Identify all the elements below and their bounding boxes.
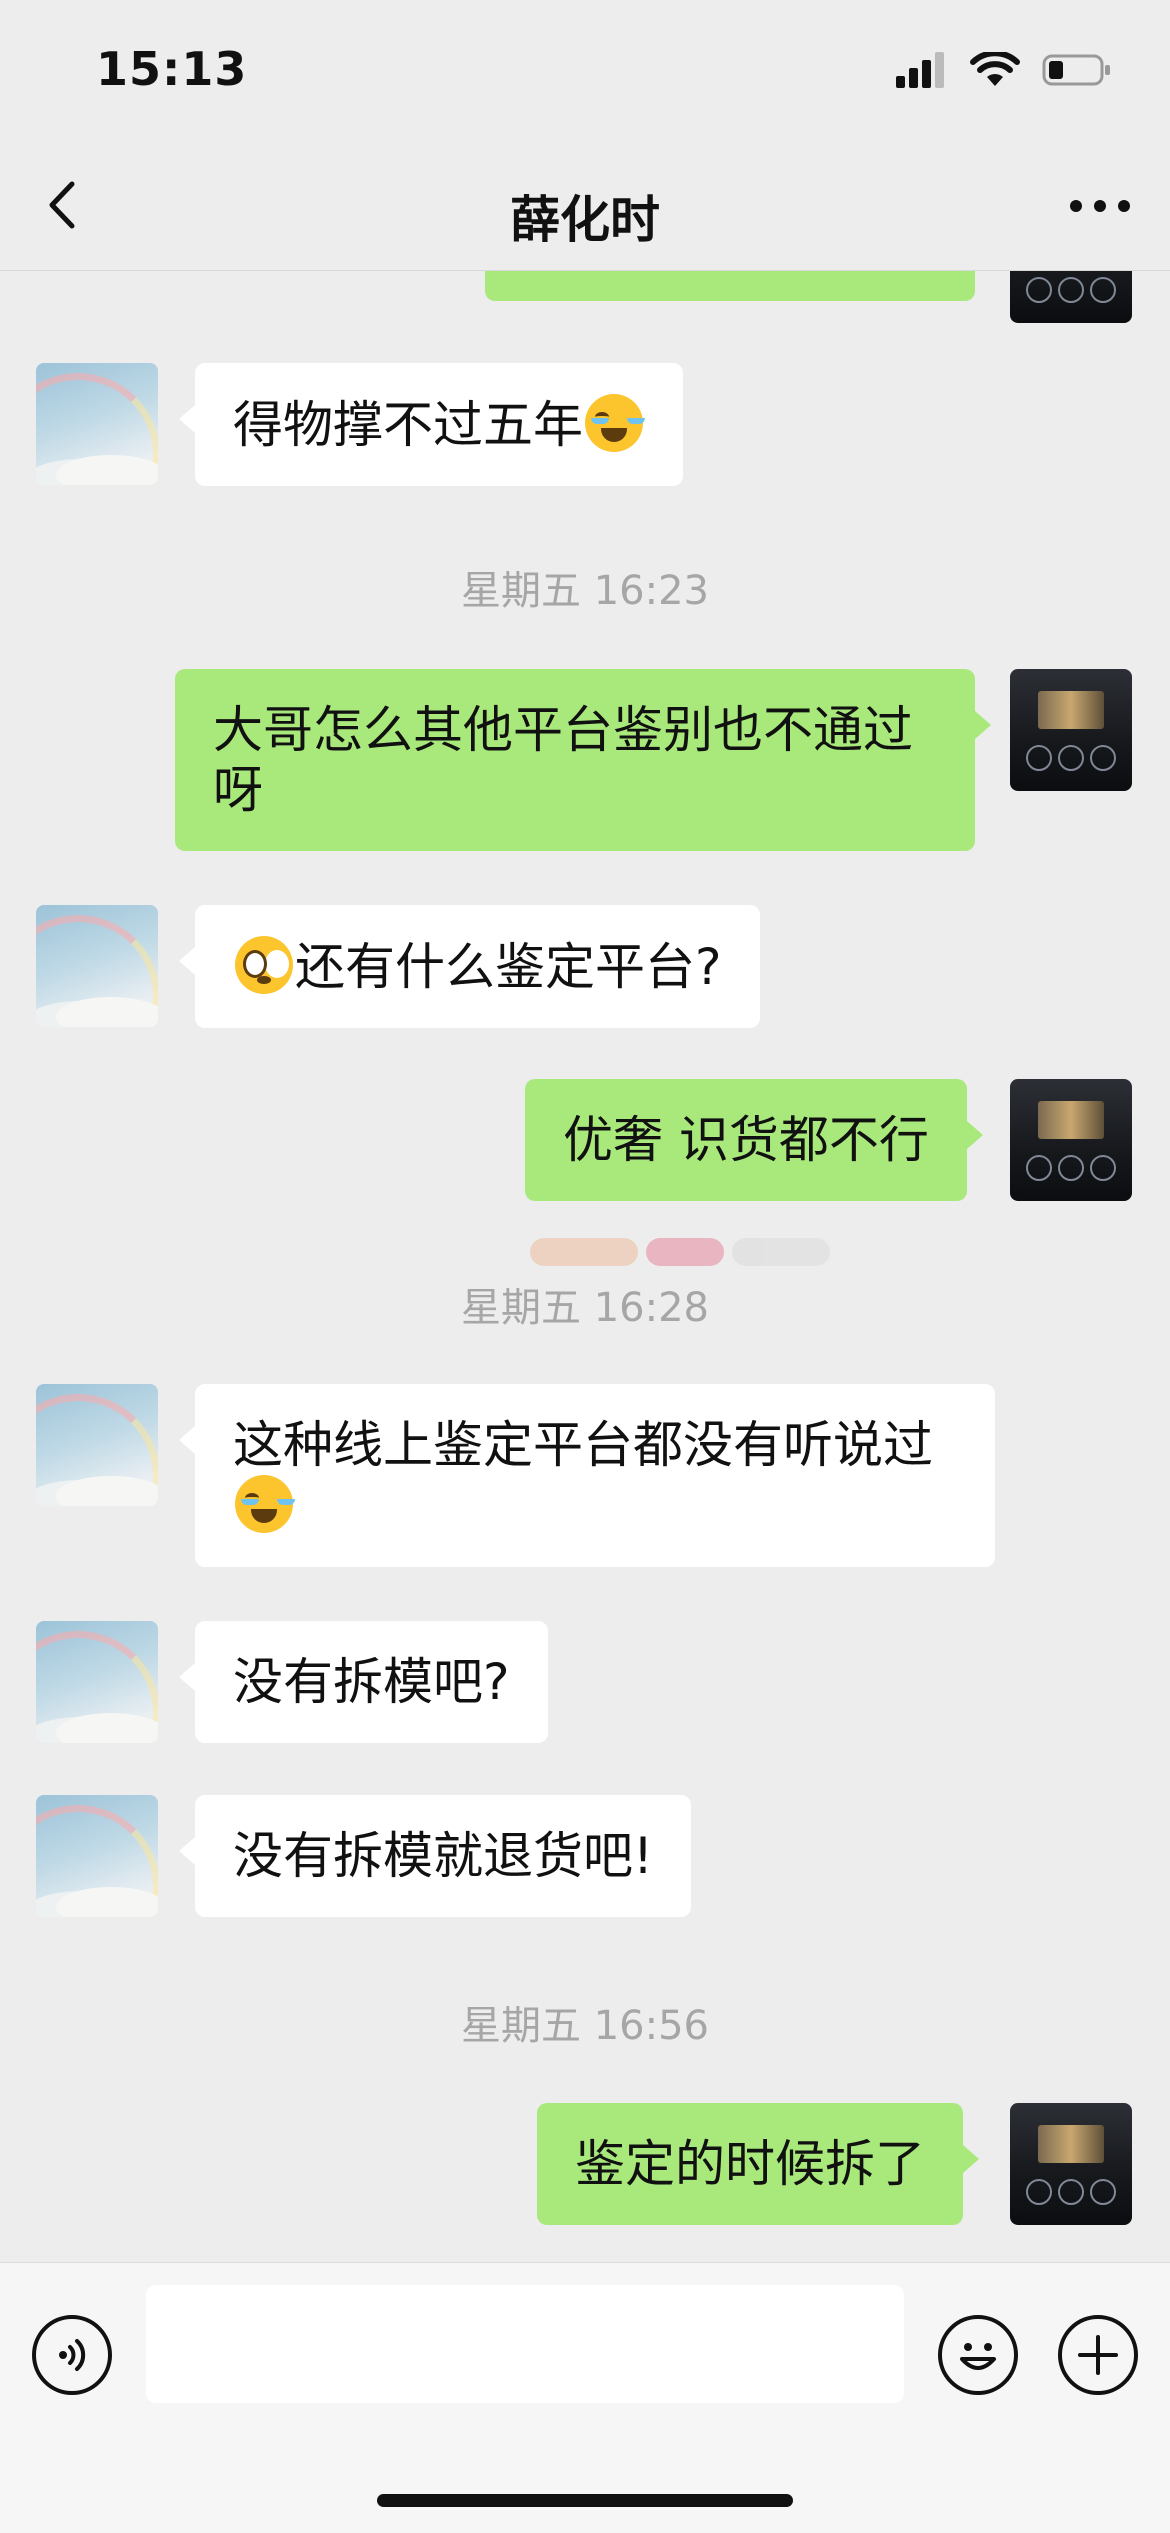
emoji-icon[interactable] bbox=[938, 2315, 1018, 2395]
message-bubble-incoming[interactable]: 得物撑不过五年 bbox=[179, 363, 683, 486]
message-list[interactable]: 得物撑不过五年 星期五 16:23 大哥怎么其他平台鉴别也不通过呀 还有什么鉴定… bbox=[0, 271, 1170, 2261]
message-bubble-outgoing[interactable]: 大哥怎么其他平台鉴别也不通过呀 bbox=[175, 669, 991, 851]
chat-header: 薛化时 bbox=[0, 140, 1170, 271]
timestamp: 星期五 16:28 bbox=[461, 1285, 709, 1331]
message-bubble-outgoing[interactable] bbox=[485, 271, 975, 301]
watermark bbox=[530, 1238, 830, 1266]
voice-icon[interactable] bbox=[32, 2315, 112, 2395]
flushed-emoji-icon bbox=[235, 936, 293, 994]
timestamp: 星期五 16:56 bbox=[461, 2003, 709, 2049]
status-bar: 15:13 bbox=[0, 0, 1170, 140]
message-input[interactable] bbox=[146, 2285, 904, 2403]
chat-title: 薛化时 bbox=[510, 191, 660, 249]
crying-laughing-emoji-icon bbox=[585, 394, 643, 452]
input-bar bbox=[0, 2262, 1170, 2533]
plus-icon[interactable] bbox=[1058, 2315, 1138, 2395]
message-bubble-outgoing[interactable]: 鉴定的时候拆了 bbox=[537, 2103, 979, 2225]
message-text: 优奢 识货都不行 bbox=[563, 1111, 929, 1169]
message-bubble-incoming[interactable]: 没有拆模就退货吧! bbox=[178, 1795, 692, 1917]
avatar[interactable] bbox=[36, 363, 158, 485]
message-text: 鉴定的时候拆了 bbox=[575, 2135, 925, 2193]
avatar[interactable] bbox=[36, 1621, 158, 1743]
message-text: 得物撑不过五年 bbox=[233, 396, 583, 454]
avatar[interactable] bbox=[1010, 2103, 1132, 2225]
avatar[interactable] bbox=[1010, 271, 1132, 323]
status-time: 15:13 bbox=[96, 42, 248, 96]
home-indicator[interactable] bbox=[377, 2494, 793, 2507]
avatar[interactable] bbox=[36, 905, 158, 1027]
wifi-icon bbox=[970, 52, 1020, 86]
timestamp: 星期五 16:23 bbox=[461, 568, 709, 614]
avatar[interactable] bbox=[1010, 1079, 1132, 1201]
cellular-signal-icon bbox=[896, 52, 944, 88]
message-text: 大哥怎么其他平台鉴别也不通过呀 bbox=[213, 701, 913, 819]
avatar[interactable] bbox=[1010, 669, 1132, 791]
avatar[interactable] bbox=[36, 1795, 158, 1917]
status-icons bbox=[896, 52, 1112, 88]
message-text: 没有拆模吧? bbox=[233, 1653, 510, 1711]
avatar[interactable] bbox=[36, 1384, 158, 1506]
message-bubble-incoming[interactable]: 还有什么鉴定平台? bbox=[179, 905, 760, 1028]
message-text: 这种线上鉴定平台都没有听说过 bbox=[233, 1416, 933, 1474]
message-bubble-outgoing[interactable]: 优奢 识货都不行 bbox=[525, 1079, 983, 1201]
message-bubble-incoming[interactable]: 这种线上鉴定平台都没有听说过 bbox=[179, 1384, 995, 1567]
crying-laughing-emoji-icon bbox=[235, 1475, 293, 1533]
message-bubble-incoming[interactable]: 没有拆模吧? bbox=[179, 1621, 548, 1743]
battery-icon bbox=[1042, 54, 1110, 86]
more-dots-icon[interactable] bbox=[1070, 200, 1130, 212]
message-text: 还有什么鉴定平台? bbox=[295, 938, 722, 996]
message-text: 没有拆模就退货吧! bbox=[233, 1827, 654, 1885]
